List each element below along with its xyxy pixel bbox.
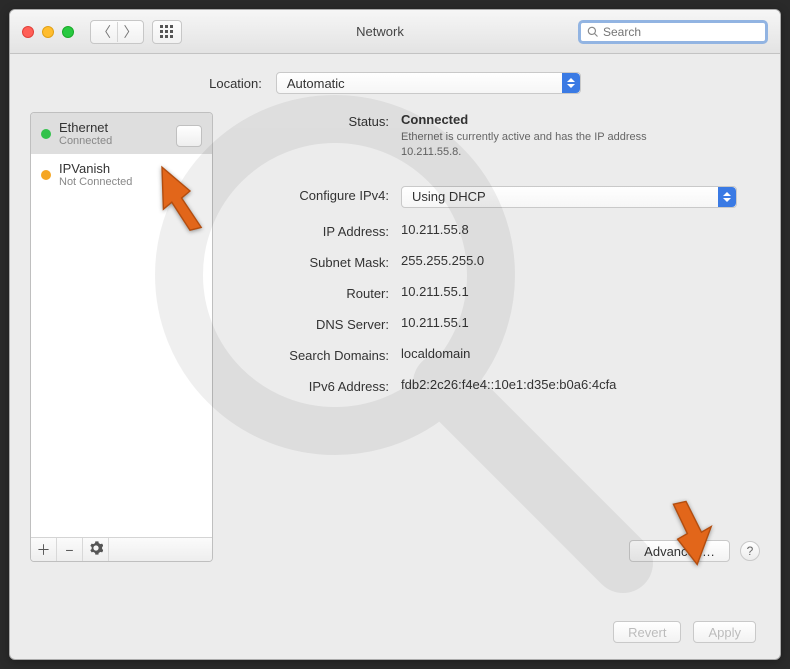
row-value: localdomain <box>401 346 760 361</box>
search-domains-row: Search Domains: localdomain <box>233 346 760 363</box>
back-icon[interactable]: 〈 <box>91 22 117 42</box>
row-value: 10.211.55.8 <box>401 222 760 237</box>
search-input[interactable] <box>603 25 759 39</box>
subnet-mask-row: Subnet Mask: 255.255.255.0 <box>233 253 760 270</box>
interface-name: Ethernet <box>59 120 112 135</box>
forward-icon[interactable]: 〉 <box>117 22 143 42</box>
minimize-icon[interactable] <box>42 26 54 38</box>
row-label: IP Address: <box>233 222 401 239</box>
configure-row: Configure IPv4: Using DHCP <box>233 186 760 208</box>
sidebar-footer: ＋ − <box>31 537 212 561</box>
search-field[interactable] <box>578 20 768 44</box>
help-button[interactable]: ? <box>740 541 760 561</box>
status-value: Connected <box>401 112 468 127</box>
interface-name: IPVanish <box>59 161 132 176</box>
status-row: Status: Connected Ethernet is currently … <box>233 112 760 160</box>
sidebar-item-ethernet[interactable]: Ethernet Connected <box>31 113 212 154</box>
detail-pane: Status: Connected Ethernet is currently … <box>233 112 760 562</box>
interface-list: Ethernet Connected IPVanish Not Connecte… <box>31 113 212 537</box>
gear-icon <box>89 541 103 555</box>
footer: Revert Apply <box>613 621 756 643</box>
router-row: Router: 10.211.55.1 <box>233 284 760 301</box>
row-value: 10.211.55.1 <box>401 315 760 330</box>
chevron-up-down-icon <box>718 187 736 207</box>
remove-interface-button[interactable]: − <box>57 538 83 561</box>
sidebar-item-ipvanish[interactable]: IPVanish Not Connected <box>31 154 212 195</box>
ipv6-address-row: IPv6 Address: fdb2:2c26:f4e4::10e1:d35e:… <box>233 377 760 394</box>
ip-address-row: IP Address: 10.211.55.8 <box>233 222 760 239</box>
window-title: Network <box>190 24 570 39</box>
status-dot-icon <box>41 170 51 180</box>
status-dot-icon <box>41 129 51 139</box>
configure-label: Configure IPv4: <box>233 186 401 203</box>
nav-back-forward[interactable]: 〈 〉 <box>90 20 144 44</box>
row-label: Subnet Mask: <box>233 253 401 270</box>
interface-actions-button[interactable] <box>83 538 109 561</box>
row-label: Search Domains: <box>233 346 401 363</box>
network-preferences-window: 〈 〉 Network Location: Automatic <box>9 9 781 660</box>
revert-button[interactable]: Revert <box>613 621 681 643</box>
interface-status: Not Connected <box>59 176 132 188</box>
row-label: DNS Server: <box>233 315 401 332</box>
dns-server-row: DNS Server: 10.211.55.1 <box>233 315 760 332</box>
zoom-icon[interactable] <box>62 26 74 38</box>
location-value: Automatic <box>287 76 345 91</box>
traffic-lights <box>22 26 74 38</box>
chevron-up-down-icon <box>562 73 580 93</box>
location-row: Location: Automatic <box>30 72 760 94</box>
configure-ipv4-popup[interactable]: Using DHCP <box>401 186 737 208</box>
configure-value: Using DHCP <box>412 189 486 204</box>
main-area: Ethernet Connected IPVanish Not Connecte… <box>30 112 760 562</box>
status-label: Status: <box>233 112 401 129</box>
close-icon[interactable] <box>22 26 34 38</box>
search-icon <box>587 26 599 38</box>
advanced-button[interactable]: Advanced… <box>629 540 730 562</box>
row-label: IPv6 Address: <box>233 377 401 394</box>
row-value: fdb2:2c26:f4e4::10e1:d35e:b0a6:4cfa <box>401 377 760 392</box>
show-all-button[interactable] <box>152 20 182 44</box>
interface-sidebar: Ethernet Connected IPVanish Not Connecte… <box>30 112 213 562</box>
location-label: Location: <box>209 76 262 91</box>
advanced-row: Advanced… ? <box>629 540 760 562</box>
grid-icon <box>160 25 174 39</box>
row-value: 10.211.55.1 <box>401 284 760 299</box>
titlebar: 〈 〉 Network <box>10 10 780 54</box>
status-subtext: Ethernet is currently active and has the… <box>401 130 701 160</box>
interface-status: Connected <box>59 135 112 147</box>
add-interface-button[interactable]: ＋ <box>31 538 57 561</box>
body: Location: Automatic Ethernet Connected <box>10 54 780 582</box>
location-popup[interactable]: Automatic <box>276 72 581 94</box>
apply-button[interactable]: Apply <box>693 621 756 643</box>
row-value: 255.255.255.0 <box>401 253 760 268</box>
row-label: Router: <box>233 284 401 301</box>
